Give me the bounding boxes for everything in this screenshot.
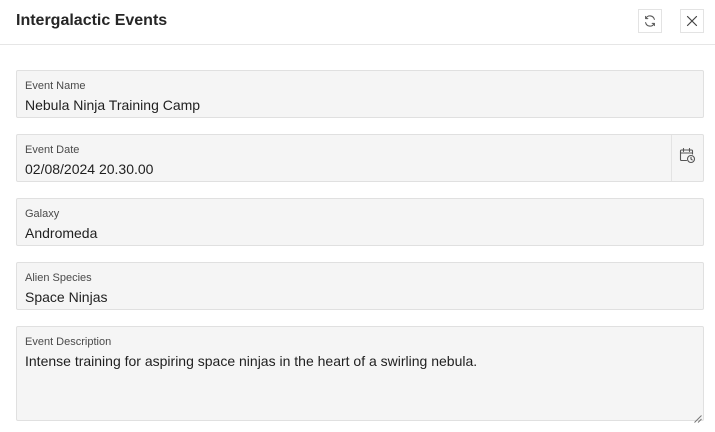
close-button[interactable] [680, 9, 704, 33]
event-dialog: Intergalactic Events Event Name Nebula N… [0, 0, 715, 432]
galaxy-label: Galaxy [25, 208, 60, 220]
event-name-input[interactable]: Nebula Ninja Training Camp [25, 97, 200, 113]
calendar-clock-icon [679, 147, 696, 169]
alien-species-field[interactable]: Alien Species Space Ninjas [16, 262, 704, 310]
refresh-icon [643, 14, 657, 28]
event-date-field[interactable]: Event Date 02/08/2024 20.30.00 [16, 134, 704, 182]
alien-species-input[interactable]: Space Ninjas [25, 289, 108, 305]
resize-handle-icon[interactable] [693, 410, 702, 423]
dialog-header: Intergalactic Events [0, 0, 715, 45]
event-name-label: Event Name [25, 80, 86, 92]
event-date-input[interactable]: 02/08/2024 20.30.00 [25, 161, 153, 177]
galaxy-field[interactable]: Galaxy Andromeda [16, 198, 704, 246]
galaxy-input[interactable]: Andromeda [25, 225, 97, 241]
event-description-textarea[interactable]: Intense training for aspiring space ninj… [25, 353, 477, 369]
close-icon [686, 15, 698, 27]
alien-species-label: Alien Species [25, 272, 92, 284]
date-picker-button[interactable] [672, 135, 703, 181]
refresh-button[interactable] [638, 9, 662, 33]
event-description-label: Event Description [25, 336, 112, 348]
dialog-title: Intergalactic Events [16, 12, 168, 29]
event-date-label: Event Date [25, 144, 80, 156]
event-description-field[interactable]: Event Description Intense training for a… [16, 326, 704, 423]
event-name-field[interactable]: Event Name Nebula Ninja Training Camp [16, 70, 704, 118]
